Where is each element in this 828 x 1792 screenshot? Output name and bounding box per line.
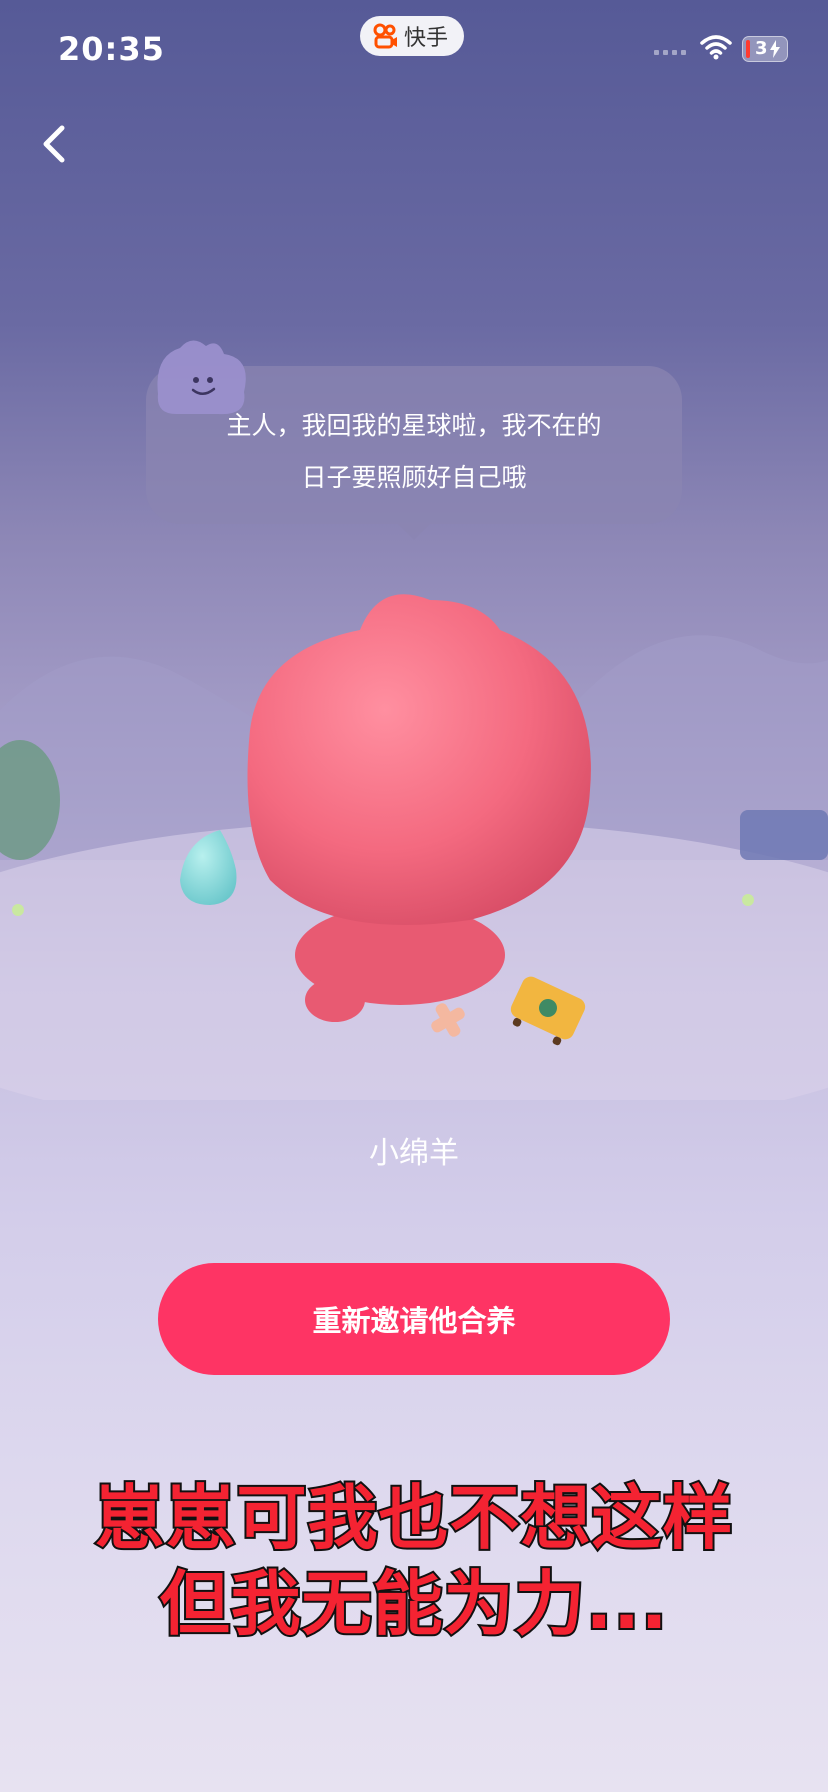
bubble-line-2: 日子要照顾好自己哦 bbox=[301, 463, 527, 492]
battery-level: 3 bbox=[755, 38, 768, 59]
chevron-left-icon bbox=[43, 125, 65, 163]
kuaishou-logo-icon bbox=[373, 23, 397, 49]
status-bar: 20:35 快手 3 bbox=[0, 0, 828, 100]
wifi-icon bbox=[700, 35, 732, 60]
app-name: 快手 bbox=[404, 26, 449, 51]
back-button[interactable] bbox=[30, 110, 90, 180]
hut-right bbox=[740, 810, 828, 860]
battery-icon: 3 bbox=[742, 36, 788, 62]
charging-bolt-icon bbox=[770, 40, 780, 58]
bubble-line-1: 主人，我回我的星球啦，我不在的 bbox=[226, 411, 602, 440]
status-time: 20:35 bbox=[58, 30, 165, 68]
signal-icon bbox=[654, 50, 686, 55]
pet-scene-illustration bbox=[0, 594, 828, 1100]
sprout-left bbox=[12, 904, 24, 916]
app-indicator-pill[interactable]: 快手 bbox=[360, 16, 465, 56]
speech-bubble-tail bbox=[398, 524, 430, 540]
reinvite-co-raise-button[interactable]: 重新邀请他合养 bbox=[158, 1263, 670, 1375]
pet-foot bbox=[305, 978, 365, 1022]
pet-head bbox=[247, 594, 591, 925]
bubble-message: 主人，我回我的星球啦，我不在的 日子要照顾好自己哦 bbox=[176, 400, 652, 504]
sprout-right bbox=[742, 894, 754, 906]
caption-line-2: 但我无能为力... bbox=[158, 1561, 670, 1647]
pet-name: 小绵羊 bbox=[369, 1136, 459, 1171]
